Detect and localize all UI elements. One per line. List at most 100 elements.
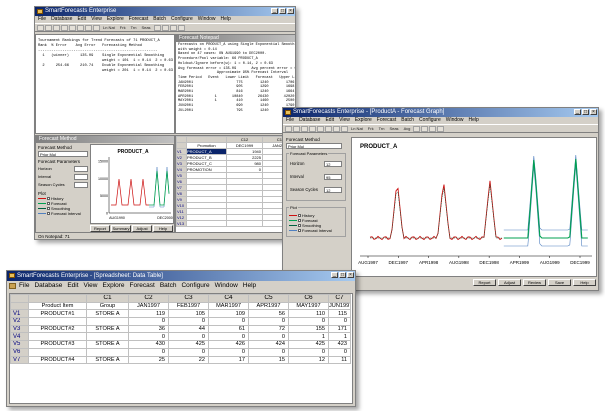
legend-checkbox[interactable]	[47, 212, 50, 215]
table-cell[interactable]: STORE A	[86, 309, 129, 319]
header-cell[interactable]: MAY1997	[288, 301, 329, 311]
menu-view[interactable]: View	[339, 117, 350, 123]
table-cell[interactable]: 105	[168, 309, 209, 319]
table-cell[interactable]: 0	[128, 347, 169, 357]
legend-item[interactable]: Forecast Interval	[289, 228, 332, 233]
legend-checkbox[interactable]	[47, 197, 50, 200]
table-cell[interactable]	[86, 317, 129, 326]
table-cell[interactable]	[226, 220, 263, 227]
chart-tool-icon[interactable]	[177, 25, 185, 31]
row-header[interactable]: V3	[10, 324, 29, 334]
maximize-icon[interactable]: □	[339, 272, 346, 278]
forecast-method-panel[interactable]: Forecast Method Forecast Method Prior Mu…	[35, 135, 175, 233]
table-cell[interactable]: STORE A	[86, 340, 129, 349]
open-file-icon[interactable]	[293, 126, 300, 132]
undo-icon[interactable]	[341, 126, 348, 132]
season-cycles-field[interactable]: 12	[324, 187, 342, 193]
main-app-window[interactable]: SmartForecasts Enterprise _ □ × File Data…	[34, 6, 296, 240]
forecast-notepad-panel[interactable]: Forecast Notepad Forecasts on PRODUCT_A …	[175, 34, 295, 134]
menu-configure[interactable]: Configure	[419, 117, 441, 123]
menu-forecast[interactable]: Forecast	[130, 282, 155, 289]
table-cell[interactable]: 72	[248, 324, 289, 334]
copy-icon[interactable]	[325, 126, 332, 132]
table-cell[interactable]: 11	[328, 355, 351, 365]
row-header[interactable]: V5	[10, 340, 29, 349]
menu-window[interactable]: Window	[198, 16, 216, 22]
menu-edit[interactable]: Edit	[77, 16, 86, 22]
maximize-icon[interactable]: □	[279, 8, 286, 14]
save-icon[interactable]	[301, 126, 308, 132]
paste-icon[interactable]	[85, 25, 92, 31]
menu-window[interactable]: Window	[446, 117, 464, 123]
chart-tool-icon[interactable]	[169, 25, 177, 31]
table-cell[interactable]: 115	[328, 309, 351, 319]
tournament-summary-panel[interactable]: Tournament Rankings for Trend Forecasts …	[35, 34, 175, 134]
table-cell[interactable]	[86, 347, 129, 357]
table-cell[interactable]: 425	[288, 340, 329, 349]
forecast-method-select[interactable]: Prior Mul	[286, 143, 342, 149]
header-cell[interactable]: JUN1997	[328, 301, 351, 311]
menu-help[interactable]: Help	[469, 117, 479, 123]
table-cell[interactable]: 15	[248, 355, 289, 365]
chart-tool-icon[interactable]	[421, 126, 429, 132]
table-cell[interactable]: 56	[248, 309, 289, 319]
mini-spreadsheet-panel[interactable]: C12 C13 Promotion DEC1999 JAN2000 V1 PRODUCT_A…	[175, 135, 295, 233]
column-header-c2[interactable]: C2	[128, 294, 169, 303]
legend-checkbox[interactable]	[298, 214, 301, 217]
row-header[interactable]: V4	[10, 332, 29, 342]
table-cell[interactable]	[28, 332, 87, 342]
open-file-icon[interactable]	[45, 25, 52, 31]
column-header-c1[interactable]: C1	[86, 294, 129, 303]
table-cell[interactable]: 44	[168, 324, 209, 334]
table-cell[interactable]: STORE A	[86, 355, 129, 365]
table-cell[interactable]: 22	[168, 355, 209, 365]
legend-item[interactable]: Forecast Interval	[38, 211, 88, 216]
menu-edit[interactable]: Edit	[325, 117, 334, 123]
print-icon[interactable]	[61, 25, 68, 31]
table-cell[interactable]: 155	[288, 324, 329, 334]
help-button[interactable]: Help	[573, 279, 596, 286]
menu-database[interactable]: Database	[51, 16, 72, 22]
report-button[interactable]: Report	[473, 279, 496, 286]
row-header[interactable]: V6	[10, 347, 29, 357]
toolbar-button-trn[interactable]: Trn	[129, 25, 139, 30]
header-cell[interactable]: Product Item	[28, 301, 87, 311]
chart-tool-icon[interactable]	[153, 25, 161, 31]
header-cell[interactable]: JAN1997	[128, 301, 169, 311]
save-button[interactable]: Save	[548, 279, 571, 286]
menu-configure[interactable]: Configure	[181, 282, 209, 289]
menu-explore[interactable]: Explore	[103, 282, 125, 289]
header-cell[interactable]: APR1997	[248, 301, 289, 311]
new-file-icon[interactable]	[37, 25, 44, 31]
minimize-icon[interactable]: _	[574, 109, 581, 115]
table-cell[interactable]: 0	[128, 317, 169, 326]
toolbar-button-ln-nat[interactable]: Ln Nat	[349, 126, 365, 131]
row-header[interactable]: V1	[10, 309, 29, 319]
legend-checkbox[interactable]	[47, 207, 50, 210]
close-icon[interactable]: ×	[287, 8, 294, 14]
table-cell[interactable]: 1	[328, 332, 351, 342]
toolbar-button-seas[interactable]: Seas	[139, 25, 152, 30]
table-cell[interactable]: 426	[208, 340, 249, 349]
menu-explore[interactable]: Explore	[355, 117, 372, 123]
table-cell[interactable]: PRODUCT#3	[28, 340, 87, 349]
interval-field[interactable]: 95	[324, 174, 342, 180]
graph-window-titlebar[interactable]: SmartForecasts Enterprise - [ProductA - …	[283, 108, 598, 117]
minimize-icon[interactable]: _	[331, 272, 338, 278]
main-window-titlebar[interactable]: SmartForecasts Enterprise _ □ ×	[35, 7, 295, 16]
column-header-c7[interactable]: C7	[328, 294, 351, 303]
horizon-field[interactable]	[74, 166, 88, 172]
column-header[interactable]	[28, 294, 87, 303]
chart-tool-icon[interactable]	[413, 126, 421, 132]
header-cell[interactable]: Group	[86, 301, 129, 311]
menu-edit[interactable]: Edit	[67, 282, 78, 289]
report-button[interactable]: Report	[90, 225, 110, 232]
toolbar-button-ln-nat[interactable]: Ln Nat	[101, 25, 117, 30]
legend-checkbox[interactable]	[298, 219, 301, 222]
menu-batch[interactable]: Batch	[160, 282, 177, 289]
row-header[interactable]: V7	[10, 355, 29, 365]
cut-icon[interactable]	[317, 126, 324, 132]
table-cell[interactable]: 0	[168, 317, 209, 326]
undo-icon[interactable]	[93, 25, 100, 31]
data-table-window[interactable]: SmartForecasts Enterprise - [Spreadsheet…	[6, 270, 356, 407]
